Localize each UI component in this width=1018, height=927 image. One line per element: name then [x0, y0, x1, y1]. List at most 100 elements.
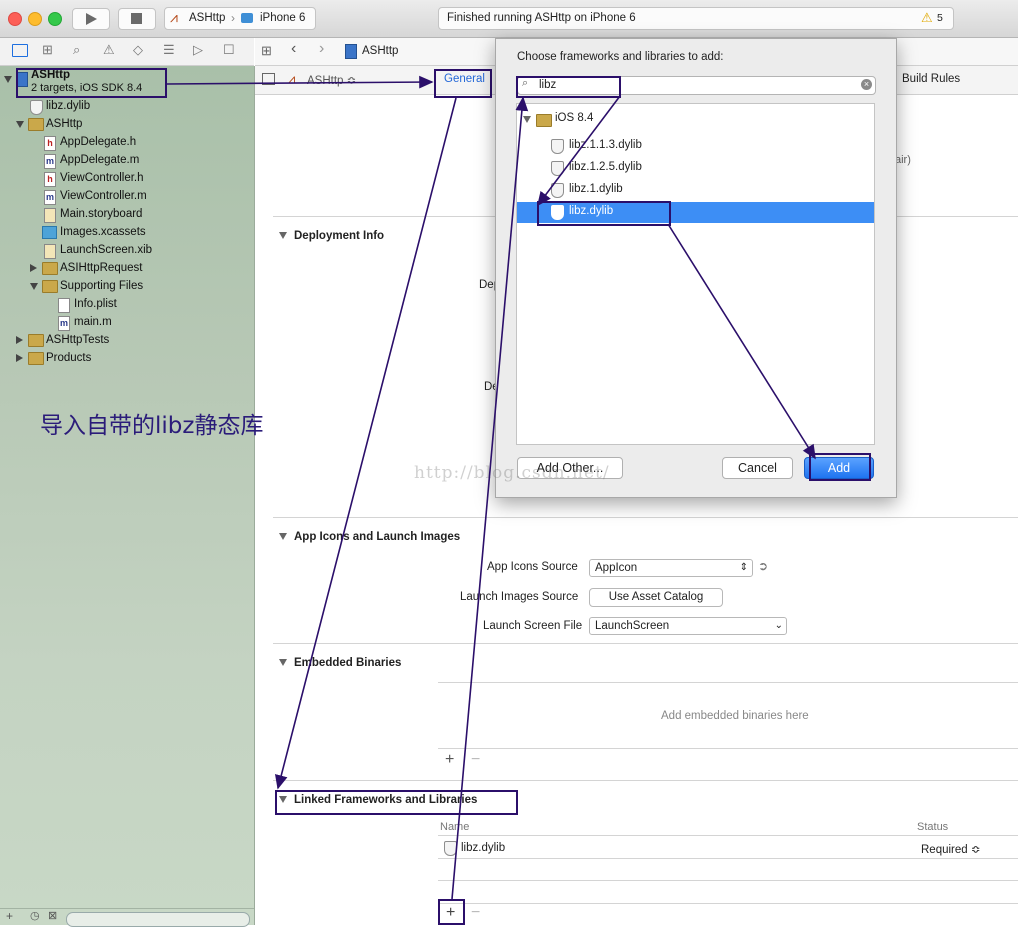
- section-app-icons[interactable]: App Icons and Launch Images: [294, 531, 460, 543]
- status-text: Finished running ASHttp on iPhone 6: [447, 12, 636, 24]
- back-arrow-icon[interactable]: ‹: [291, 40, 296, 58]
- library-item[interactable]: libz.1.2.5.dylib: [569, 161, 642, 173]
- xib-icon: [44, 244, 56, 259]
- disclosure-triangle-icon[interactable]: [4, 76, 12, 83]
- debug-navigator-icon[interactable]: ☰: [163, 42, 175, 58]
- disclosure-triangle-icon[interactable]: [523, 116, 531, 123]
- minimize-window-button[interactable]: [28, 12, 42, 26]
- nav-item-viewcontroller-h[interactable]: ViewController.h: [60, 169, 144, 187]
- divider: [273, 643, 1018, 644]
- source-file-icon: m: [44, 154, 56, 169]
- clear-search-icon[interactable]: ×: [861, 79, 872, 90]
- play-icon: [86, 13, 97, 25]
- xcode-app-icon: ⩘: [170, 9, 178, 25]
- source-file-icon: m: [58, 316, 70, 331]
- linked-item-name[interactable]: libz.dylib: [461, 842, 505, 854]
- navigator-filter-bar: + ◷ ⊠: [0, 908, 254, 927]
- tab-build-rules[interactable]: Build Rules: [902, 73, 960, 85]
- nav-item-info-plist[interactable]: Info.plist: [74, 295, 117, 313]
- disclosure-triangle-icon[interactable]: [16, 354, 23, 362]
- annotation-linked-box: [275, 790, 518, 815]
- symbol-navigator-icon[interactable]: ⊞: [42, 42, 53, 58]
- find-navigator-icon[interactable]: ⌕: [73, 42, 80, 58]
- annotation-selected-box: [537, 201, 671, 226]
- library-item[interactable]: libz.1.1.3.dylib: [569, 139, 642, 151]
- annotation-add-box: [438, 899, 465, 925]
- launch-screen-file-label: Launch Screen File: [483, 620, 583, 632]
- nav-item-images-xcassets[interactable]: Images.xcassets: [60, 223, 146, 241]
- table-header-divider: [438, 835, 1018, 836]
- arrow-circle-icon[interactable]: ➲: [758, 559, 768, 573]
- folder-icon: [28, 118, 44, 131]
- recent-files-icon[interactable]: ◷: [30, 909, 40, 922]
- issue-navigator-icon[interactable]: ⚠: [103, 42, 115, 58]
- partial-label: air): [895, 154, 911, 166]
- section-embedded-binaries[interactable]: Embedded Binaries: [294, 657, 401, 669]
- disclosure-triangle-icon[interactable]: [279, 533, 287, 540]
- add-file-icon[interactable]: +: [6, 909, 13, 923]
- forward-arrow-icon[interactable]: ›: [319, 40, 324, 58]
- nav-item-asihttprequest[interactable]: ASIHttpRequest: [60, 259, 142, 277]
- add-frameworks-sheet: Choose frameworks and libraries to add: …: [495, 38, 897, 498]
- section-deployment-info[interactable]: Deployment Info: [294, 230, 384, 242]
- disclosure-triangle-icon[interactable]: [16, 121, 24, 128]
- chevron-down-icon[interactable]: ⌄: [775, 618, 783, 634]
- disclosure-triangle-icon[interactable]: [16, 336, 23, 344]
- folder-icon: [42, 280, 58, 293]
- target-selector[interactable]: ASHttp ≎: [307, 73, 356, 87]
- related-items-icon[interactable]: ⊞: [261, 43, 272, 59]
- add-embedded-button[interactable]: +: [445, 751, 454, 769]
- project-navigator: ASHttp 2 targets, iOS SDK 8.4 libz.dylib…: [0, 66, 263, 927]
- linked-item-status[interactable]: Required ≎: [921, 842, 981, 856]
- remove-framework-button[interactable]: −: [471, 904, 480, 922]
- nav-item-appdelegate-h[interactable]: AppDelegate.h: [60, 133, 136, 151]
- library-item[interactable]: libz.1.dylib: [569, 183, 623, 195]
- folder-icon: [28, 352, 44, 365]
- warning-icon[interactable]: ⚠: [921, 10, 933, 26]
- column-header-name[interactable]: Name: [440, 821, 469, 833]
- column-header-status[interactable]: Status: [917, 821, 948, 833]
- dylib-icon: [551, 183, 564, 198]
- nav-item-main-m[interactable]: main.m: [74, 313, 112, 331]
- zoom-window-button[interactable]: [48, 12, 62, 26]
- launch-screen-file-combo[interactable]: LaunchScreen ⌄: [589, 617, 787, 635]
- use-asset-catalog-button[interactable]: Use Asset Catalog: [589, 588, 723, 607]
- scm-filter-icon[interactable]: ⊠: [48, 909, 57, 922]
- scheme-selector[interactable]: ⩘ ASHttp › iPhone 6: [164, 7, 316, 30]
- report-navigator-icon[interactable]: ☐: [223, 42, 235, 58]
- nav-item-supporting-files[interactable]: Supporting Files: [60, 277, 143, 295]
- stop-button[interactable]: [118, 8, 156, 30]
- header-file-icon: h: [44, 136, 56, 151]
- breakpoint-navigator-icon[interactable]: ▷: [193, 42, 203, 58]
- embedded-table-bottom: [438, 748, 1018, 749]
- remove-embedded-button[interactable]: −: [471, 751, 480, 769]
- window-toolbar: ⩘ ASHttp › iPhone 6 Finished running ASH…: [0, 0, 1018, 38]
- group-ios-sdk[interactable]: iOS 8.4: [555, 112, 593, 124]
- close-window-button[interactable]: [8, 12, 22, 26]
- navigator-selector-bar: ⊞ ⌕ ⚠ ◇ ☰ ▷ ☐: [0, 38, 254, 66]
- hide-targets-icon[interactable]: [262, 73, 275, 85]
- disclosure-triangle-icon[interactable]: [279, 232, 287, 239]
- jump-bar-title[interactable]: ASHttp: [362, 45, 398, 57]
- nav-item-libz-dylib[interactable]: libz.dylib: [46, 97, 90, 115]
- run-button[interactable]: [72, 8, 110, 30]
- disclosure-triangle-icon[interactable]: [279, 659, 287, 666]
- app-icons-source-select[interactable]: AppIcon ⇕: [589, 559, 753, 577]
- disclosure-triangle-icon[interactable]: [30, 283, 38, 290]
- test-navigator-icon[interactable]: ◇: [133, 42, 143, 58]
- project-navigator-icon[interactable]: [12, 44, 28, 57]
- annotation-project-box: [16, 68, 167, 98]
- watermark: http://blog.csdn.net/: [414, 463, 610, 483]
- nav-item-ashttptests[interactable]: ASHttpTests: [46, 331, 109, 349]
- plist-icon: [58, 298, 70, 313]
- device-name: iPhone 6: [260, 12, 306, 24]
- nav-item-ashttp-group[interactable]: ASHttp: [46, 115, 82, 133]
- cancel-button[interactable]: Cancel: [722, 457, 793, 479]
- disclosure-triangle-icon[interactable]: [30, 264, 37, 272]
- nav-item-products[interactable]: Products: [46, 349, 91, 367]
- nav-item-launchscreen-xib[interactable]: LaunchScreen.xib: [60, 241, 152, 259]
- folder-icon: [536, 114, 552, 127]
- nav-item-main-storyboard[interactable]: Main.storyboard: [60, 205, 142, 223]
- nav-item-appdelegate-m[interactable]: AppDelegate.m: [60, 151, 139, 169]
- nav-item-viewcontroller-m[interactable]: ViewController.m: [60, 187, 147, 205]
